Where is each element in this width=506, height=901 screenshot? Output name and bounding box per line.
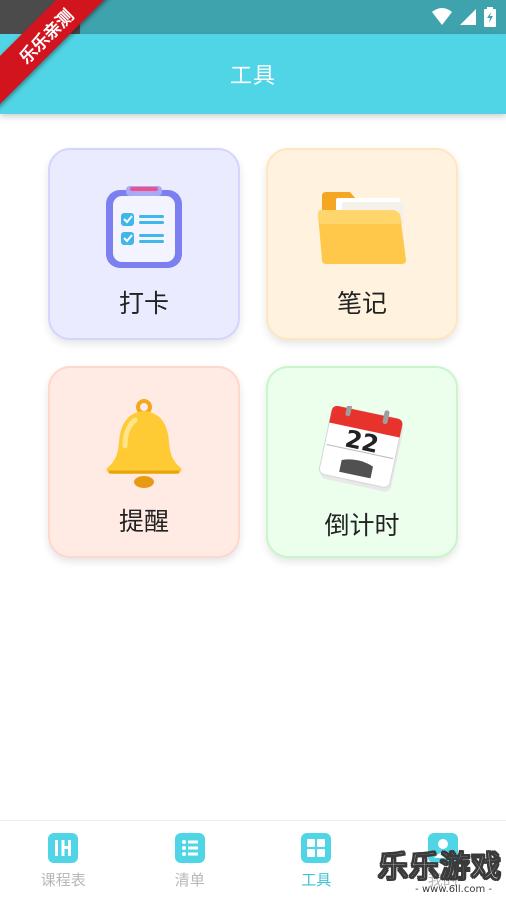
- tab-label: 清单: [174, 871, 205, 889]
- tool-card-label: 提醒: [118, 507, 169, 536]
- wifi-icon: [432, 8, 452, 25]
- tab-list[interactable]: 清单: [127, 821, 254, 901]
- tool-card-countdown[interactable]: 22 倒计时: [266, 366, 458, 558]
- battery-icon: [484, 7, 496, 27]
- tab-label: 课程表: [40, 871, 86, 889]
- timetable-icon: [48, 833, 79, 863]
- tab-timetable[interactable]: 课程表: [0, 821, 127, 901]
- status-icons: [432, 7, 496, 27]
- watermark: 乐乐游戏 - www.6ll.com -: [378, 842, 502, 896]
- watermark-logo-text: 乐乐游戏: [378, 850, 502, 886]
- calendar-icon: 22: [319, 406, 404, 492]
- signal-icon: [460, 9, 476, 25]
- tab-tools[interactable]: 工具: [253, 821, 380, 901]
- bell-icon: [106, 399, 182, 488]
- page-title: 工具: [229, 64, 276, 89]
- folder-icon: [318, 192, 406, 264]
- app-bar: 工具: [0, 34, 506, 114]
- tool-card-label: 笔记: [336, 289, 387, 318]
- list-icon: [174, 833, 205, 863]
- tool-card-label: 打卡: [118, 289, 169, 318]
- clipboard-checklist-icon: [106, 186, 182, 268]
- tab-label: 工具: [301, 871, 332, 889]
- grid-icon: [301, 833, 332, 863]
- tool-card-reminder[interactable]: 提醒: [48, 366, 240, 558]
- tool-card-notes[interactable]: 笔记: [266, 148, 458, 340]
- tool-card-checkin[interactable]: 打卡: [48, 148, 240, 340]
- tool-card-label: 倒计时: [324, 511, 400, 540]
